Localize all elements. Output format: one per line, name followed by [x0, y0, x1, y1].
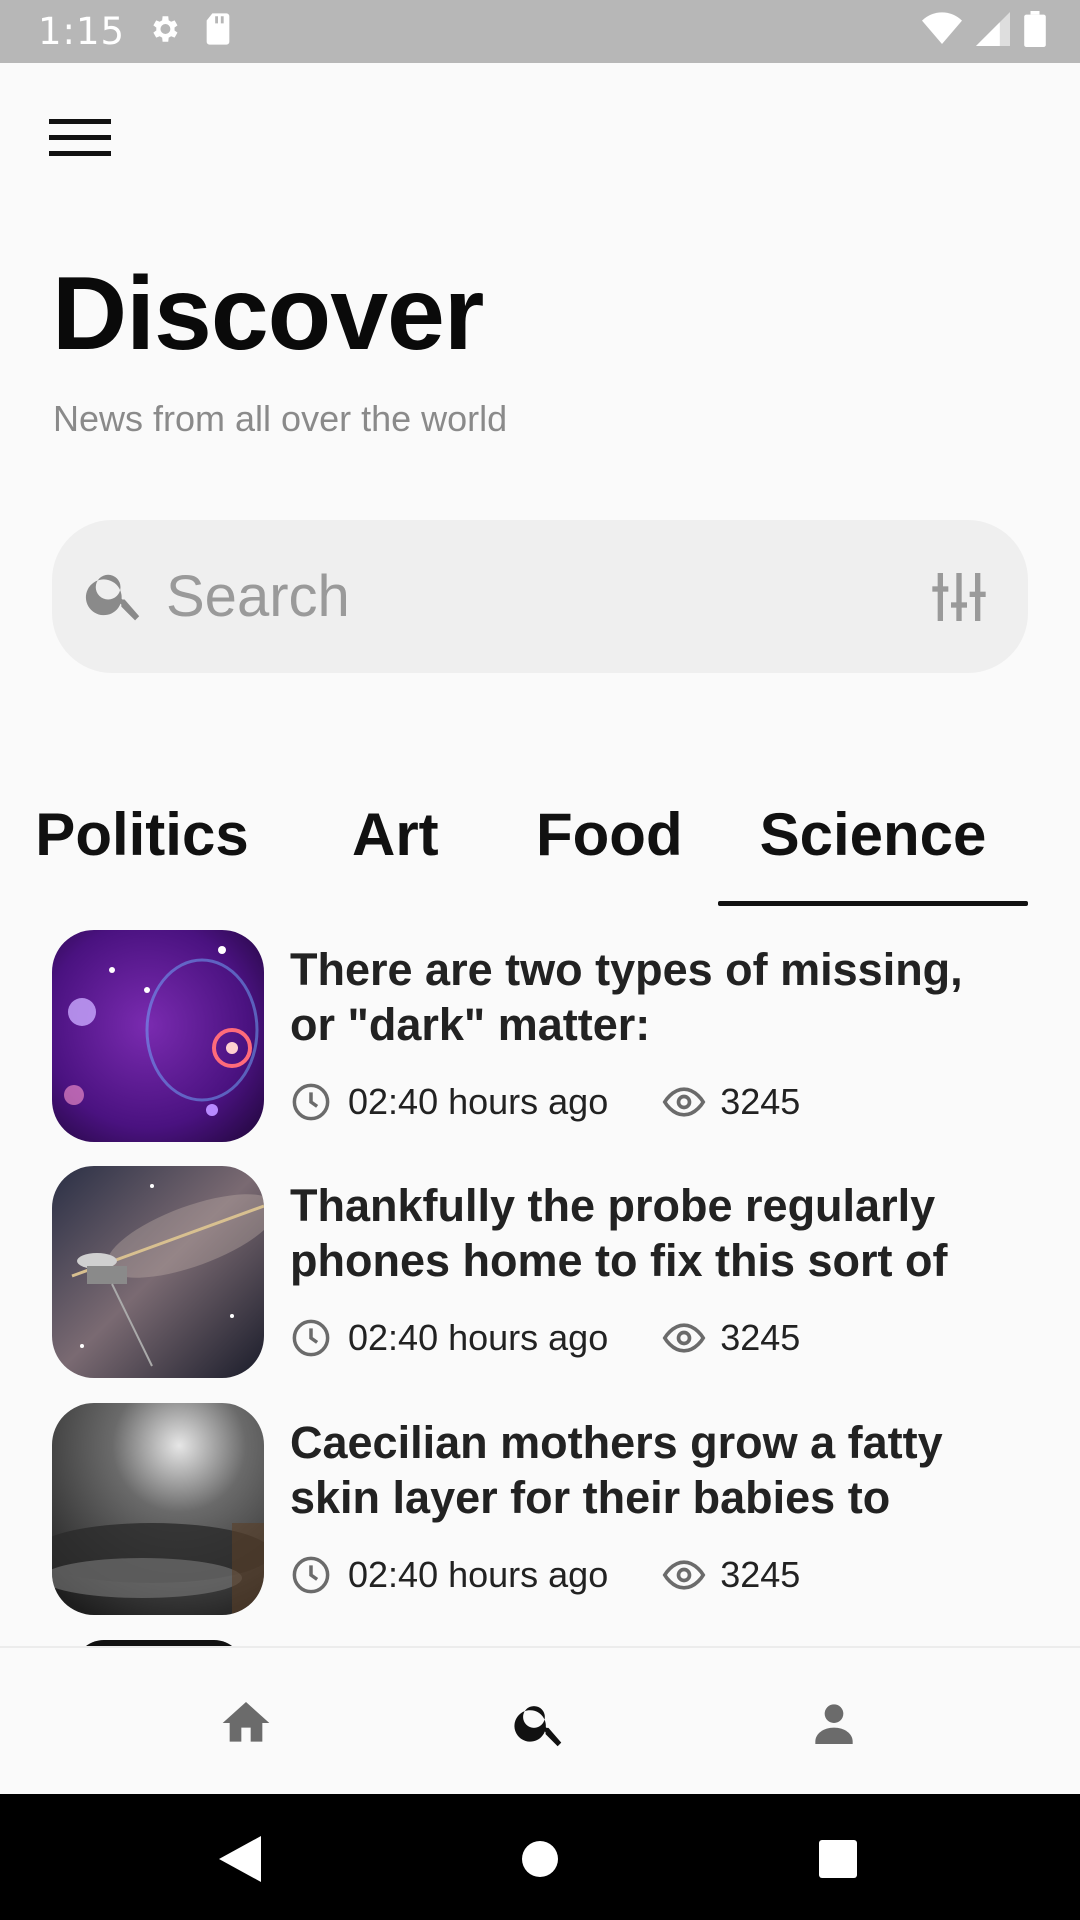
system-recents-button[interactable] — [803, 1824, 873, 1894]
system-back-button[interactable] — [205, 1824, 275, 1894]
news-meta: 02:40 hours ago 3245 — [290, 1316, 800, 1360]
nav-home-button[interactable] — [206, 1688, 286, 1758]
hamburger-menu-icon — [49, 119, 111, 156]
tab-label: Politics — [35, 801, 249, 868]
tune-icon — [931, 572, 986, 621]
news-views: 3245 — [720, 1317, 801, 1358]
discover-screen: 1:15 Discover News from all over the wor… — [0, 0, 1080, 1920]
nav-search-button[interactable] — [500, 1688, 580, 1758]
tab-label: Art — [352, 801, 439, 868]
search-input[interactable] — [166, 563, 919, 630]
tab-politics[interactable]: Politics — [35, 790, 248, 906]
tab-food[interactable]: Food — [536, 790, 683, 906]
news-meta: 02:40 hours ago 3245 — [290, 1080, 800, 1124]
news-item[interactable]: Thankfully the probe regularly phones ho… — [52, 1166, 1032, 1378]
news-headline: Thankfully the probe regularly phones ho… — [290, 1180, 948, 1286]
sd-card-icon — [203, 12, 233, 51]
news-views: 3245 — [720, 1081, 801, 1122]
settings-icon — [147, 12, 181, 51]
home-circle-icon — [522, 1841, 558, 1877]
search-icon — [514, 1706, 562, 1747]
status-time: 1:15 — [38, 10, 126, 53]
system-home-button[interactable] — [505, 1824, 575, 1894]
battery-icon — [1024, 11, 1046, 52]
tab-science[interactable]: Science — [718, 790, 1028, 906]
clock-icon — [292, 1556, 330, 1594]
tab-art[interactable]: Art — [352, 790, 472, 906]
search-icon — [82, 561, 148, 632]
clock-icon — [292, 1083, 330, 1121]
eye-icon — [662, 1087, 706, 1117]
news-time: 02:40 hours ago — [348, 1317, 609, 1358]
page-subtitle: News from all over the world — [53, 398, 508, 439]
clock-icon — [292, 1319, 330, 1357]
tab-label: Food — [536, 801, 683, 868]
selected-tab-indicator — [718, 901, 1028, 906]
page-title: Discover — [52, 256, 484, 372]
home-icon — [222, 1702, 270, 1742]
category-tabs: Politics Art Food Science — [35, 790, 1028, 906]
news-thumbnail — [52, 1403, 264, 1615]
person-icon — [815, 1704, 853, 1744]
recents-square-icon — [819, 1840, 857, 1878]
news-thumbnail — [52, 1166, 264, 1378]
news-item[interactable]: There are two types of missing, or "dark… — [52, 930, 1032, 1142]
news-time: 02:40 hours ago — [348, 1081, 609, 1122]
eye-icon — [662, 1560, 706, 1590]
news-meta: 02:40 hours ago 3245 — [290, 1553, 800, 1597]
nav-profile-button[interactable] — [794, 1688, 874, 1758]
filter-button[interactable] — [919, 557, 998, 637]
bottom-navigation — [0, 1646, 1080, 1794]
news-headline: Caecilian mothers grow a fatty skin laye… — [290, 1417, 943, 1523]
search-bar — [52, 520, 1028, 673]
status-bar: 1:15 — [0, 0, 1080, 63]
back-triangle-icon — [219, 1836, 261, 1882]
news-headline: There are two types of missing, or "dark… — [290, 944, 963, 1050]
eye-icon — [662, 1323, 706, 1353]
news-thumbnail — [52, 930, 264, 1142]
news-time: 02:40 hours ago — [348, 1554, 609, 1595]
system-navigation-bar — [0, 1794, 1080, 1920]
wifi-icon — [922, 12, 962, 51]
news-views: 3245 — [720, 1554, 801, 1595]
tab-label: Science — [759, 801, 987, 868]
news-item[interactable]: Caecilian mothers grow a fatty skin laye… — [52, 1403, 1032, 1615]
menu-button[interactable] — [44, 110, 116, 166]
cell-signal-icon — [976, 12, 1010, 51]
